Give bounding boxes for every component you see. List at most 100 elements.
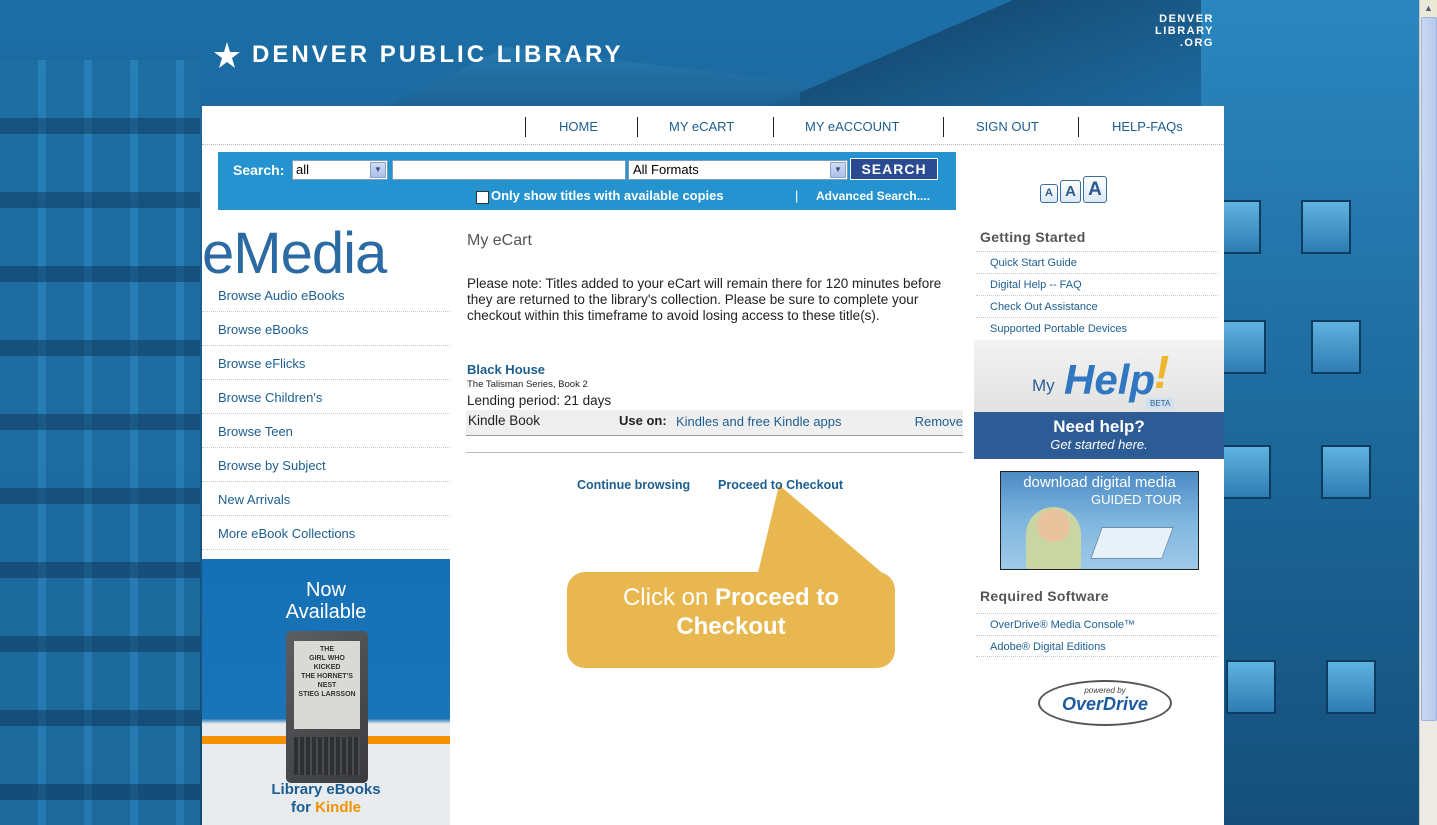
book-cover-line: GIRL WHO <box>309 655 345 662</box>
font-size-large-button[interactable]: A <box>1083 176 1107 203</box>
my-help-bang: ! <box>1154 346 1170 398</box>
guided-tour-banner[interactable]: download digital media GUIDED TOUR <box>1000 471 1199 570</box>
book-cover-line: NEST <box>317 682 337 689</box>
background-building-left <box>0 60 200 825</box>
quick-start-guide-link[interactable]: Quick Start Guide <box>976 251 1218 273</box>
promo-headline: Now Available <box>202 579 450 623</box>
nav-browse-ebooks[interactable]: Browse eBooks <box>202 312 450 346</box>
page-title: My eCart <box>467 232 532 249</box>
callout-text: Click on <box>622 584 709 611</box>
nav-my-ecart[interactable]: MY eCART <box>669 119 734 134</box>
kindle-keyboard <box>294 737 360 775</box>
nav-separator <box>773 117 774 137</box>
emedia-title: eMedia <box>202 221 387 286</box>
use-on-label: Use on: <box>619 413 667 428</box>
site-logo[interactable]: DENVER PUBLIC LIBRARY <box>212 40 623 70</box>
nav-more-ebook-collections[interactable]: More eBook Collections <box>202 516 450 550</box>
nav-separator <box>637 117 638 137</box>
background-beam <box>760 0 1220 110</box>
getting-started-heading: Getting Started <box>980 229 1086 245</box>
book-cover-line: STIEG LARSSON <box>298 691 356 698</box>
format-select-value: All Formats <box>633 162 699 177</box>
search-input[interactable] <box>392 160 626 180</box>
nav-separator <box>1078 117 1079 137</box>
get-started-text: Get started here. <box>1050 437 1148 452</box>
book-cover-line: KICKED <box>313 664 341 671</box>
kindle-promo-banner[interactable]: Now Available THE GIRL WHO KICKED THE HO… <box>202 559 450 825</box>
need-help-text: Need help? <box>1053 417 1145 436</box>
corner-logo[interactable]: DENVER LIBRARY .ORG <box>1155 13 1214 49</box>
library-logo-icon <box>214 42 240 68</box>
remove-link[interactable]: Remove <box>915 414 963 429</box>
check-out-assistance-link[interactable]: Check Out Assistance <box>976 295 1218 317</box>
use-on-devices-link[interactable]: Kindles and free Kindle apps <box>676 414 842 429</box>
required-software-list: OverDrive® Media Console™ Adobe® Digital… <box>976 613 1218 657</box>
window-shape <box>1326 660 1376 714</box>
background-building-right <box>1201 0 1419 825</box>
person-illustration <box>1026 507 1081 569</box>
cart-item-lending-period: Lending period: 21 days <box>467 393 612 408</box>
nav-help-faqs[interactable]: HELP-FAQs <box>1112 119 1183 134</box>
corner-logo-line: DENVER <box>1159 13 1214 25</box>
nav-new-arrivals[interactable]: New Arrivals <box>202 482 450 516</box>
site-name: DENVER PUBLIC LIBRARY <box>252 41 624 68</box>
nav-browse-eflicks[interactable]: Browse eFlicks <box>202 346 450 380</box>
font-size-small-button[interactable]: A <box>1040 184 1058 203</box>
supported-devices-link[interactable]: Supported Portable Devices <box>976 317 1218 339</box>
overdrive-text: OverDrive <box>1061 694 1149 714</box>
search-separator: | <box>795 188 799 203</box>
nav-separator <box>525 117 526 137</box>
beta-badge: BETA <box>1146 398 1175 409</box>
window-shape <box>1301 200 1351 254</box>
nav-browse-childrens[interactable]: Browse Children's <box>202 380 450 414</box>
nav-sign-out[interactable]: SIGN OUT <box>976 119 1039 134</box>
cart-item-format: Kindle Book <box>468 413 541 428</box>
my-help-banner[interactable]: My Help ! BETA Need help? Get started he… <box>974 340 1224 459</box>
available-only-checkbox[interactable] <box>476 191 489 204</box>
search-scope-value: all <box>296 162 310 177</box>
need-help-bar: Need help? Get started here. <box>974 412 1224 459</box>
chevron-down-icon[interactable]: ▼ <box>370 162 386 178</box>
chevron-down-icon[interactable]: ▼ <box>830 162 846 178</box>
nav-browse-audio-ebooks[interactable]: Browse Audio eBooks <box>202 278 450 312</box>
promo-caption-line2: for Kindle <box>202 799 450 817</box>
continue-browsing-link[interactable]: Continue browsing <box>577 478 690 492</box>
promo-kindle: Kindle <box>315 799 361 816</box>
callout-pointer <box>757 485 887 577</box>
adobe-digital-editions-link[interactable]: Adobe® Digital Editions <box>976 635 1218 657</box>
promo-caption: Library eBooks for Kindle <box>202 781 450 817</box>
top-navigation: HOME MY eCART MY eACCOUNT SIGN OUT HELP-… <box>202 106 1224 145</box>
guided-tour-line1: download digital media <box>1023 474 1176 491</box>
corner-logo-line: LIBRARY <box>1155 25 1214 37</box>
powered-by-overdrive-logo[interactable]: powered by OverDrive <box>1038 680 1172 726</box>
digital-help-faq-link[interactable]: Digital Help -- FAQ <box>976 273 1218 295</box>
my-help-help: Help <box>1064 356 1156 403</box>
nav-my-eaccount[interactable]: MY eACCOUNT <box>805 119 899 134</box>
nav-browse-teen[interactable]: Browse Teen <box>202 414 450 448</box>
search-scope-select[interactable]: all ▼ <box>292 160 388 180</box>
instruction-callout: Click on Proceed to Checkout <box>567 572 895 668</box>
format-select[interactable]: All Formats ▼ <box>628 160 848 180</box>
window-shape <box>1311 320 1361 374</box>
cart-item-title[interactable]: Black House <box>467 362 545 377</box>
scrollbar[interactable]: ▲ <box>1419 0 1437 825</box>
promo-for: for <box>290 799 311 816</box>
overdrive-media-console-link[interactable]: OverDrive® Media Console™ <box>976 613 1218 635</box>
scroll-up-arrow-icon[interactable]: ▲ <box>1420 0 1437 17</box>
window-shape <box>1221 445 1271 499</box>
laptop-illustration <box>1090 527 1174 559</box>
search-button[interactable]: SEARCH <box>850 158 938 180</box>
scroll-thumb[interactable] <box>1421 17 1437 721</box>
available-only-label[interactable]: Only show titles with available copies <box>491 188 724 203</box>
nav-browse-by-subject[interactable]: Browse by Subject <box>202 448 450 482</box>
font-size-medium-button[interactable]: A <box>1060 180 1081 203</box>
nav-home[interactable]: HOME <box>559 119 598 134</box>
search-label: Search: <box>233 162 285 178</box>
nav-separator <box>943 117 944 137</box>
left-nav: Browse Audio eBooks Browse eBooks Browse… <box>202 278 450 550</box>
proceed-to-checkout-link[interactable]: Proceed to Checkout <box>718 478 843 492</box>
advanced-search-link[interactable]: Advanced Search.... <box>816 189 930 203</box>
required-software-heading: Required Software <box>980 588 1109 604</box>
search-bar: Search: all ▼ All Formats ▼ SEARCH Only … <box>218 152 956 210</box>
corner-logo-line: .ORG <box>1179 37 1214 49</box>
